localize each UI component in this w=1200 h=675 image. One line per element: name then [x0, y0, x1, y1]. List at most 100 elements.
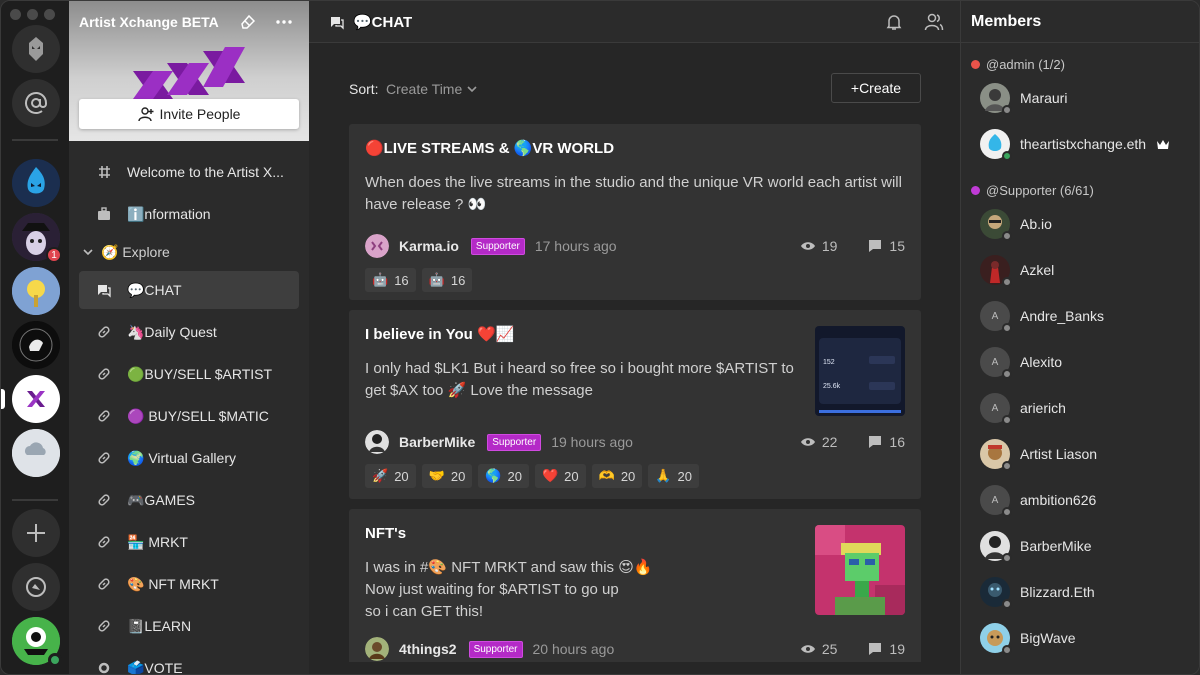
link-icon	[95, 449, 113, 467]
author-name[interactable]: BarberMike	[399, 434, 475, 450]
eraser-icon[interactable]	[239, 13, 257, 31]
avatar: A	[980, 393, 1012, 425]
member-item[interactable]: A Alexito	[961, 339, 1199, 385]
reaction-chip[interactable]: 🙏 20	[648, 464, 699, 488]
more-options-icon[interactable]	[275, 13, 293, 31]
post-thumbnail[interactable]: 152 25.6k	[815, 326, 905, 416]
server-icon-2[interactable]: 1	[12, 213, 62, 263]
channel-label: 🦄Daily Quest	[127, 323, 217, 340]
reaction-emoji: 🤖	[372, 272, 389, 287]
mentions-button[interactable]	[12, 79, 60, 127]
reaction-chip[interactable]: 🚀 20	[365, 464, 416, 488]
avatar[interactable]	[365, 430, 389, 454]
server-icon-3[interactable]	[12, 267, 60, 315]
channel-chat[interactable]: 💬CHAT	[79, 271, 299, 309]
create-post-button[interactable]: +Create	[831, 73, 921, 103]
channel-mrkt[interactable]: 🏪 MRKT	[79, 523, 299, 561]
sort-dropdown[interactable]: Create Time	[386, 81, 478, 97]
server-name[interactable]: Artist Xchange BETA	[79, 14, 219, 30]
post-list: 🔴LIVE STREAMS & 🌎VR WORLD When does the …	[349, 124, 921, 662]
comment-icon[interactable]	[867, 238, 883, 254]
channel-label: 💬CHAT	[127, 281, 182, 298]
eye-icon	[800, 242, 815, 250]
reaction-chip[interactable]: 🤖 16	[365, 268, 416, 292]
post-meta: Karma.io Supporter 17 hours ago 19 15	[365, 234, 905, 258]
channel-daily-quest[interactable]: 🦄Daily Quest	[79, 313, 299, 351]
server-rail: 1	[1, 1, 69, 674]
role-group-label: @admin (1/2)	[986, 56, 1065, 72]
server-icon-artist-xchange[interactable]	[1, 375, 60, 423]
channel-buy-sell-artist[interactable]: 🟢BUY/SELL $ARTIST	[79, 355, 299, 393]
reaction-count: 16	[394, 272, 409, 288]
post-card[interactable]: 🔴LIVE STREAMS & 🌎VR WORLD When does the …	[349, 124, 921, 300]
post-thumbnail[interactable]	[815, 525, 905, 615]
member-item[interactable]: theartistxchange.eth	[961, 121, 1199, 167]
role-group-supporter: @Supporter (6/61)	[961, 179, 1199, 201]
channel-label: 🟣 BUY/SELL $MATIC	[127, 407, 269, 424]
post-title[interactable]: 🔴LIVE STREAMS & 🌎VR WORLD	[365, 140, 905, 158]
members-toggle-icon[interactable]	[924, 12, 944, 32]
avatar	[980, 623, 1012, 655]
reaction-count: 20	[450, 468, 466, 484]
home-button[interactable]	[12, 25, 60, 73]
bell-icon[interactable]	[884, 12, 904, 32]
reaction-chip[interactable]: 🤝 20	[421, 464, 473, 488]
link-icon	[95, 407, 113, 425]
post-card[interactable]: I believe in You ❤️📈 I only had $LK1 But…	[349, 310, 921, 499]
channel-vote[interactable]: 🗳️VOTE	[79, 649, 299, 674]
comment-icon[interactable]	[867, 641, 883, 657]
member-name: Andre_Banks	[1020, 308, 1105, 324]
link-icon	[95, 365, 113, 383]
channel-virtual-gallery[interactable]: 🌍 Virtual Gallery	[79, 439, 299, 477]
server-icon-1[interactable]	[12, 159, 60, 207]
invite-people-button[interactable]: Invite People	[79, 99, 299, 129]
channel-games[interactable]: 🎮GAMES	[79, 481, 299, 519]
channel-learn[interactable]: 📓LEARN	[79, 607, 299, 645]
channel-buy-sell-matic[interactable]: 🟣 BUY/SELL $MATIC	[79, 397, 299, 435]
member-item[interactable]: Blizzard.Eth	[961, 569, 1199, 615]
minimize-window-button[interactable]	[27, 9, 38, 20]
x-logo-icon	[27, 391, 45, 407]
channel-nft-mrkt[interactable]: 🎨 NFT MRKT	[79, 565, 299, 603]
reaction-chip[interactable]: ❤️ 20	[534, 464, 586, 488]
role-badge: Supporter	[468, 640, 523, 658]
author-name[interactable]: Karma.io	[399, 238, 459, 254]
maximize-window-button[interactable]	[44, 9, 55, 20]
member-item[interactable]: Ab.io	[961, 201, 1199, 247]
member-item[interactable]: Azkel	[961, 247, 1199, 293]
thumbnail-number: 25.6k	[823, 383, 841, 390]
reaction-chip[interactable]: 🫶 20	[591, 464, 643, 488]
close-window-button[interactable]	[10, 9, 21, 20]
channel-welcome[interactable]: Welcome to the Artist X...	[79, 153, 299, 191]
member-item[interactable]: A Andre_Banks	[961, 293, 1199, 339]
reaction-emoji: 🚀	[372, 468, 389, 483]
post-time: 20 hours ago	[532, 641, 615, 657]
avatar[interactable]	[365, 234, 389, 258]
author-name[interactable]: 4things2	[399, 641, 457, 657]
avatar[interactable]	[365, 637, 389, 661]
reaction-chip[interactable]: 🤖 16	[421, 268, 473, 292]
members-panel: Members @admin (1/2) Marauri theartistxc…	[961, 1, 1199, 674]
channel-information[interactable]: ℹ️nformation	[79, 195, 299, 233]
add-server-button[interactable]	[12, 509, 60, 557]
avatar	[980, 209, 1012, 241]
member-item[interactable]: BarberMike	[961, 523, 1199, 569]
reaction-emoji: 🌎	[485, 468, 502, 483]
reaction-emoji: 🤝	[428, 468, 445, 483]
explore-servers-button[interactable]	[12, 563, 60, 611]
member-item[interactable]: A ambition626	[961, 477, 1199, 523]
reaction-count: 16	[450, 272, 466, 288]
at-sign-icon	[25, 92, 47, 114]
user-avatar-button[interactable]	[12, 617, 62, 667]
member-item[interactable]: Artist Liason	[961, 431, 1199, 477]
chat-icon	[331, 16, 344, 30]
server-icon-4[interactable]	[12, 321, 60, 369]
member-item[interactable]: BigWave	[961, 615, 1199, 661]
post-card[interactable]: NFT's I was in #🎨 NFT MRKT and saw this …	[349, 509, 921, 662]
category-explore[interactable]: 🧭 Explore	[79, 237, 299, 267]
member-item[interactable]: A arierich	[961, 385, 1199, 431]
comment-icon[interactable]	[867, 434, 883, 450]
server-icon-6[interactable]	[12, 429, 60, 477]
member-item[interactable]: Marauri	[961, 75, 1199, 121]
reaction-chip[interactable]: 🌎 20	[478, 464, 529, 488]
